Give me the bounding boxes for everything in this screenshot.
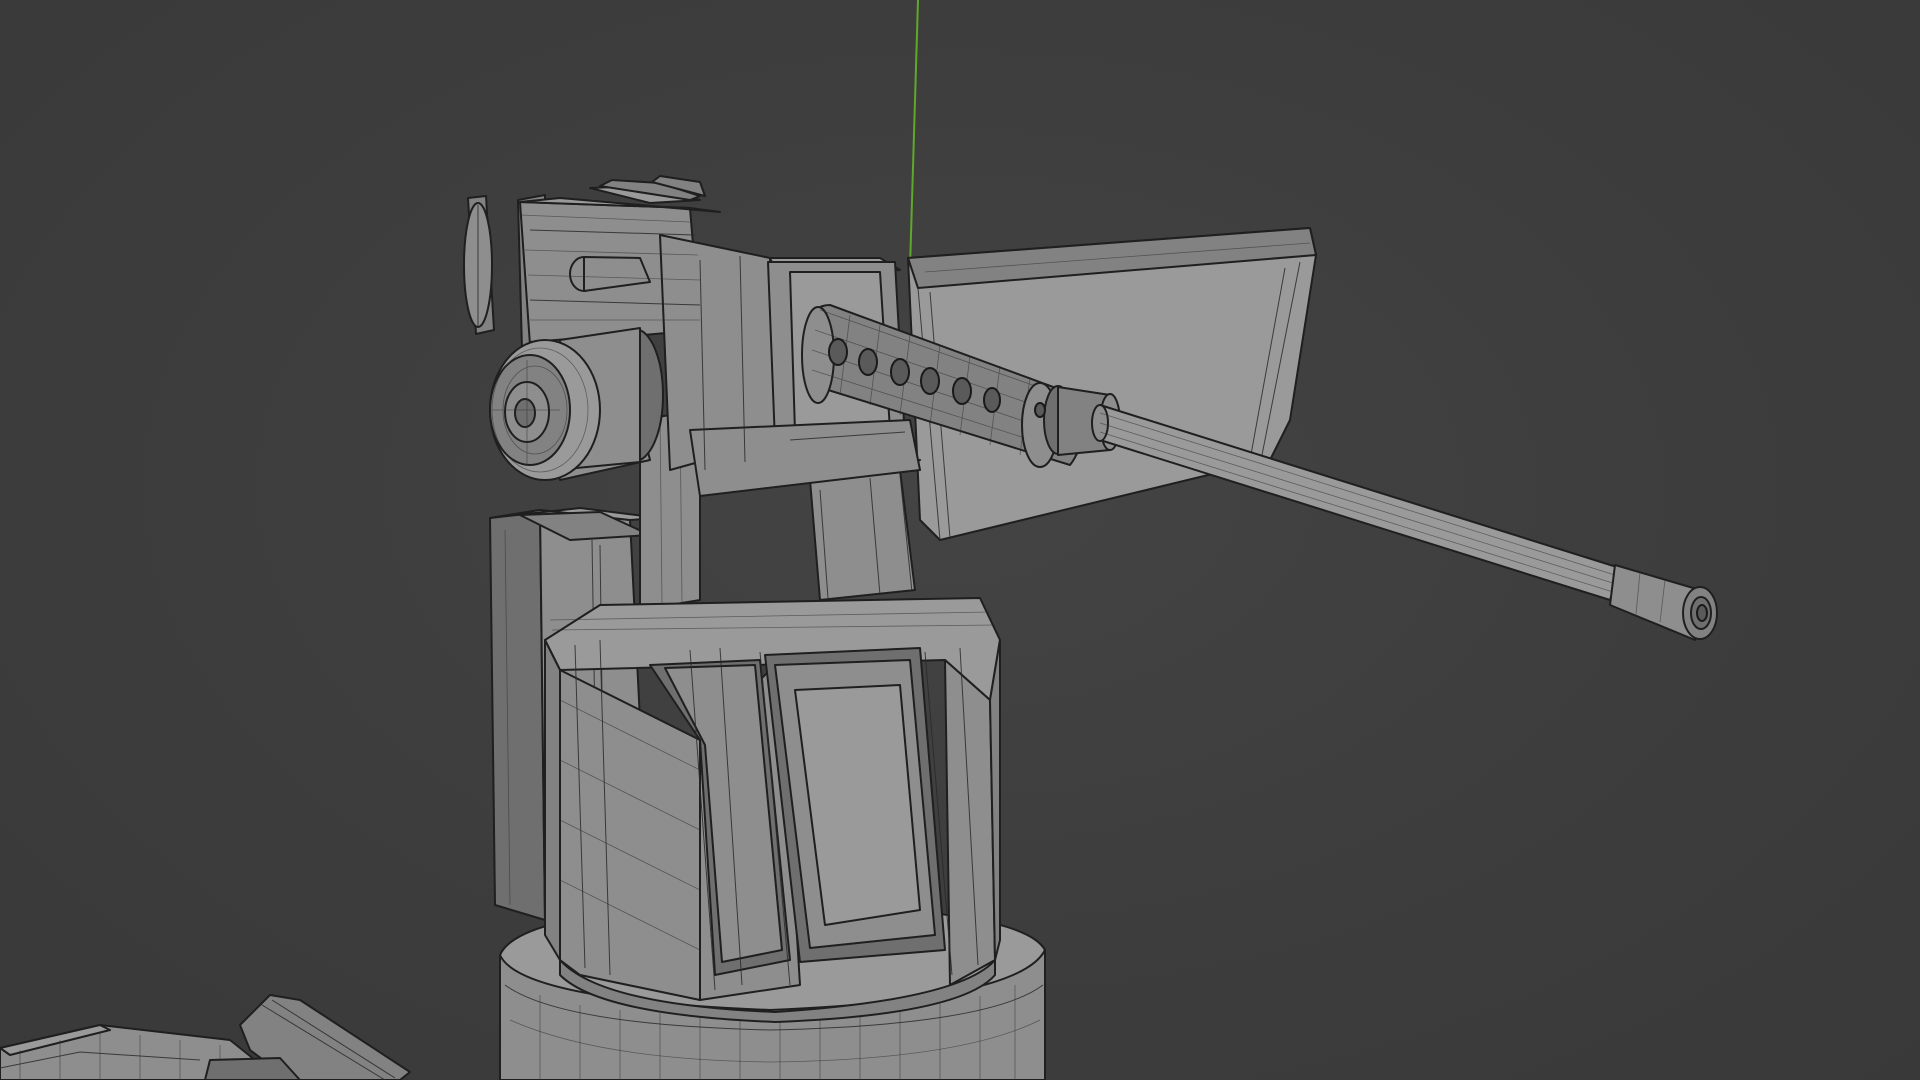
y-axis-line	[909, 0, 919, 269]
side-crate[interactable]	[0, 994, 411, 1080]
scene-render[interactable]	[0, 0, 1920, 1080]
elevation-drum[interactable]	[489, 327, 664, 481]
3d-viewport[interactable]	[0, 0, 1920, 1080]
barrel[interactable]	[1091, 404, 1718, 641]
